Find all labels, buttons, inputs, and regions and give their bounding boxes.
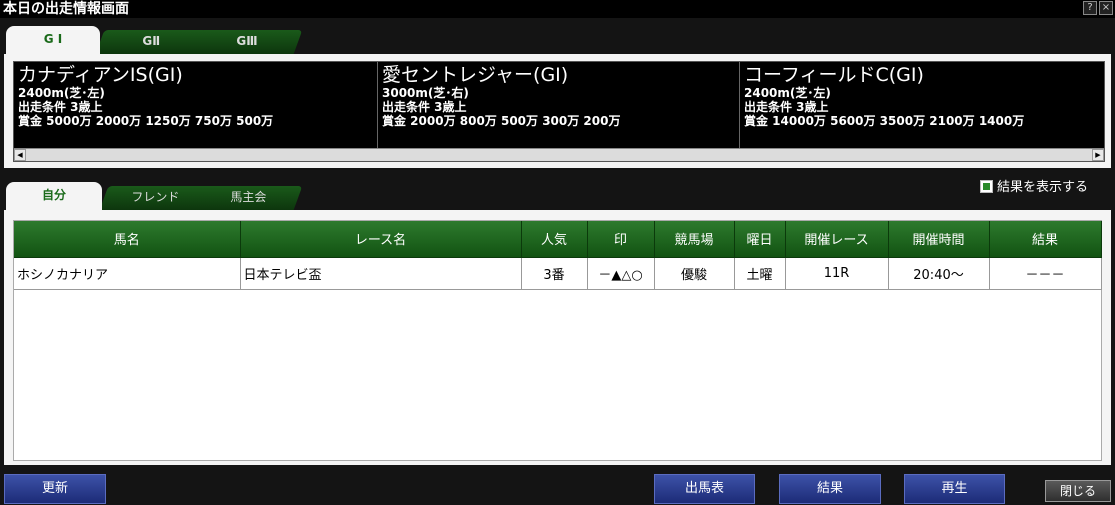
race-distance: 3000m(芝･右) <box>382 86 469 100</box>
header-start-time[interactable]: 開催時間 <box>888 221 990 258</box>
header-mark[interactable]: 印 <box>587 221 655 258</box>
tab-owners-club[interactable]: 馬主会 <box>193 186 303 210</box>
tab-g2[interactable]: GⅡ <box>95 30 207 54</box>
tab-g3-label: GⅢ <box>236 34 258 48</box>
grade-tab-bar: GⅢ GⅡ G I <box>0 18 1115 54</box>
cell-weekday: 土曜 <box>734 257 786 290</box>
close-button[interactable]: 閉じる <box>1045 480 1111 502</box>
result-button[interactable]: 結果 <box>779 474 881 504</box>
window-close-button[interactable]: × <box>1099 1 1113 15</box>
table-header-row: 馬名 レース名 人気 印 競馬場 曜日 開催レース 開催時間 結果 <box>14 221 1102 258</box>
header-result[interactable]: 結果 <box>989 221 1102 258</box>
cell-start-time: 20:40～ <box>888 257 990 290</box>
bottom-toolbar: 更新 出馬表 結果 再生 閉じる <box>0 465 1115 505</box>
scroll-left-icon[interactable]: ◀ <box>14 149 26 161</box>
cell-mark: －▲△○ <box>587 257 655 290</box>
header-horse-name[interactable]: 馬名 <box>14 221 241 258</box>
race-condition: 出走条件 3歳上 <box>18 100 103 114</box>
replay-button[interactable]: 再生 <box>904 474 1005 504</box>
race-condition: 出走条件 3歳上 <box>382 100 467 114</box>
race-list: カナディアンIS(GⅠ) 2400m(芝･左) 出走条件 3歳上 賞金 5000… <box>13 61 1105 162</box>
race-name: 愛セントレジャー(GⅠ) <box>382 64 569 86</box>
race-card[interactable]: コーフィールドC(GⅠ) 2400m(芝･左) 出走条件 3歳上 賞金 1400… <box>740 62 1104 148</box>
header-popularity[interactable]: 人気 <box>521 221 588 258</box>
entry-tab-bar: 馬主会 フレンド 自分 結果を表示する <box>0 168 1115 210</box>
race-prize: 賞金 2000万 800万 500万 300万 200万 <box>382 114 621 128</box>
header-racecourse[interactable]: 競馬場 <box>654 221 735 258</box>
help-button[interactable]: ? <box>1083 1 1097 15</box>
show-result-toggle[interactable]: 結果を表示する <box>980 180 1088 196</box>
tab-self[interactable]: 自分 <box>6 182 102 210</box>
race-info-panel: カナディアンIS(GⅠ) 2400m(芝･左) 出走条件 3歳上 賞金 5000… <box>4 54 1111 168</box>
tab-g1[interactable]: G I <box>6 26 100 54</box>
race-card-button[interactable]: 出馬表 <box>654 474 755 504</box>
race-card[interactable]: カナディアンIS(GⅠ) 2400m(芝･左) 出走条件 3歳上 賞金 5000… <box>14 62 378 148</box>
cell-race-number: 11R <box>785 257 889 290</box>
cell-race-name: 日本テレビ盃 <box>240 257 522 290</box>
cell-racecourse: 優駿 <box>654 257 735 290</box>
scroll-right-icon[interactable]: ▶ <box>1092 149 1104 161</box>
cell-result: －－－ <box>989 257 1102 290</box>
show-result-label: 結果を表示する <box>997 180 1089 195</box>
tab-friend[interactable]: フレンド <box>99 186 211 210</box>
window-title: 本日の出走情報画面 <box>3 1 129 17</box>
horizontal-scrollbar[interactable]: ◀ ▶ <box>14 148 1104 161</box>
header-race-name[interactable]: レース名 <box>240 221 522 258</box>
race-condition: 出走条件 3歳上 <box>744 100 829 114</box>
tab-friend-label: フレンド <box>131 190 180 204</box>
race-card[interactable]: 愛セントレジャー(GⅠ) 3000m(芝･右) 出走条件 3歳上 賞金 2000… <box>378 62 740 148</box>
entries-panel: 馬名 レース名 人気 印 競馬場 曜日 開催レース 開催時間 結果 ホシノカナリ… <box>4 210 1111 465</box>
header-race-number[interactable]: 開催レース <box>785 221 889 258</box>
show-result-checkbox[interactable] <box>980 180 993 193</box>
cell-horse-name: ホシノカナリア <box>14 257 241 290</box>
tab-g2-label: GⅡ <box>142 34 161 48</box>
race-distance: 2400m(芝･左) <box>744 86 831 100</box>
title-bar: 本日の出走情報画面 ? × <box>0 0 1115 18</box>
cell-popularity: 3番 <box>521 257 588 290</box>
tab-owners-club-label: 馬主会 <box>230 190 267 204</box>
race-distance: 2400m(芝･左) <box>18 86 105 100</box>
entries-table: 馬名 レース名 人気 印 競馬場 曜日 開催レース 開催時間 結果 ホシノカナリ… <box>14 221 1102 290</box>
header-weekday[interactable]: 曜日 <box>734 221 786 258</box>
refresh-button[interactable]: 更新 <box>4 474 106 504</box>
race-name: コーフィールドC(GⅠ) <box>744 64 924 86</box>
race-prize: 賞金 5000万 2000万 1250万 750万 500万 <box>18 114 274 128</box>
race-name: カナディアンIS(GⅠ) <box>18 64 183 86</box>
table-row[interactable]: ホシノカナリア 日本テレビ盃 3番 －▲△○ 優駿 土曜 11R 20:40～ … <box>14 257 1102 290</box>
tab-g3[interactable]: GⅢ <box>191 30 303 54</box>
entries-table-box: 馬名 レース名 人気 印 競馬場 曜日 開催レース 開催時間 結果 ホシノカナリ… <box>13 220 1102 461</box>
race-prize: 賞金 14000万 5600万 3500万 2100万 1400万 <box>744 114 1025 128</box>
